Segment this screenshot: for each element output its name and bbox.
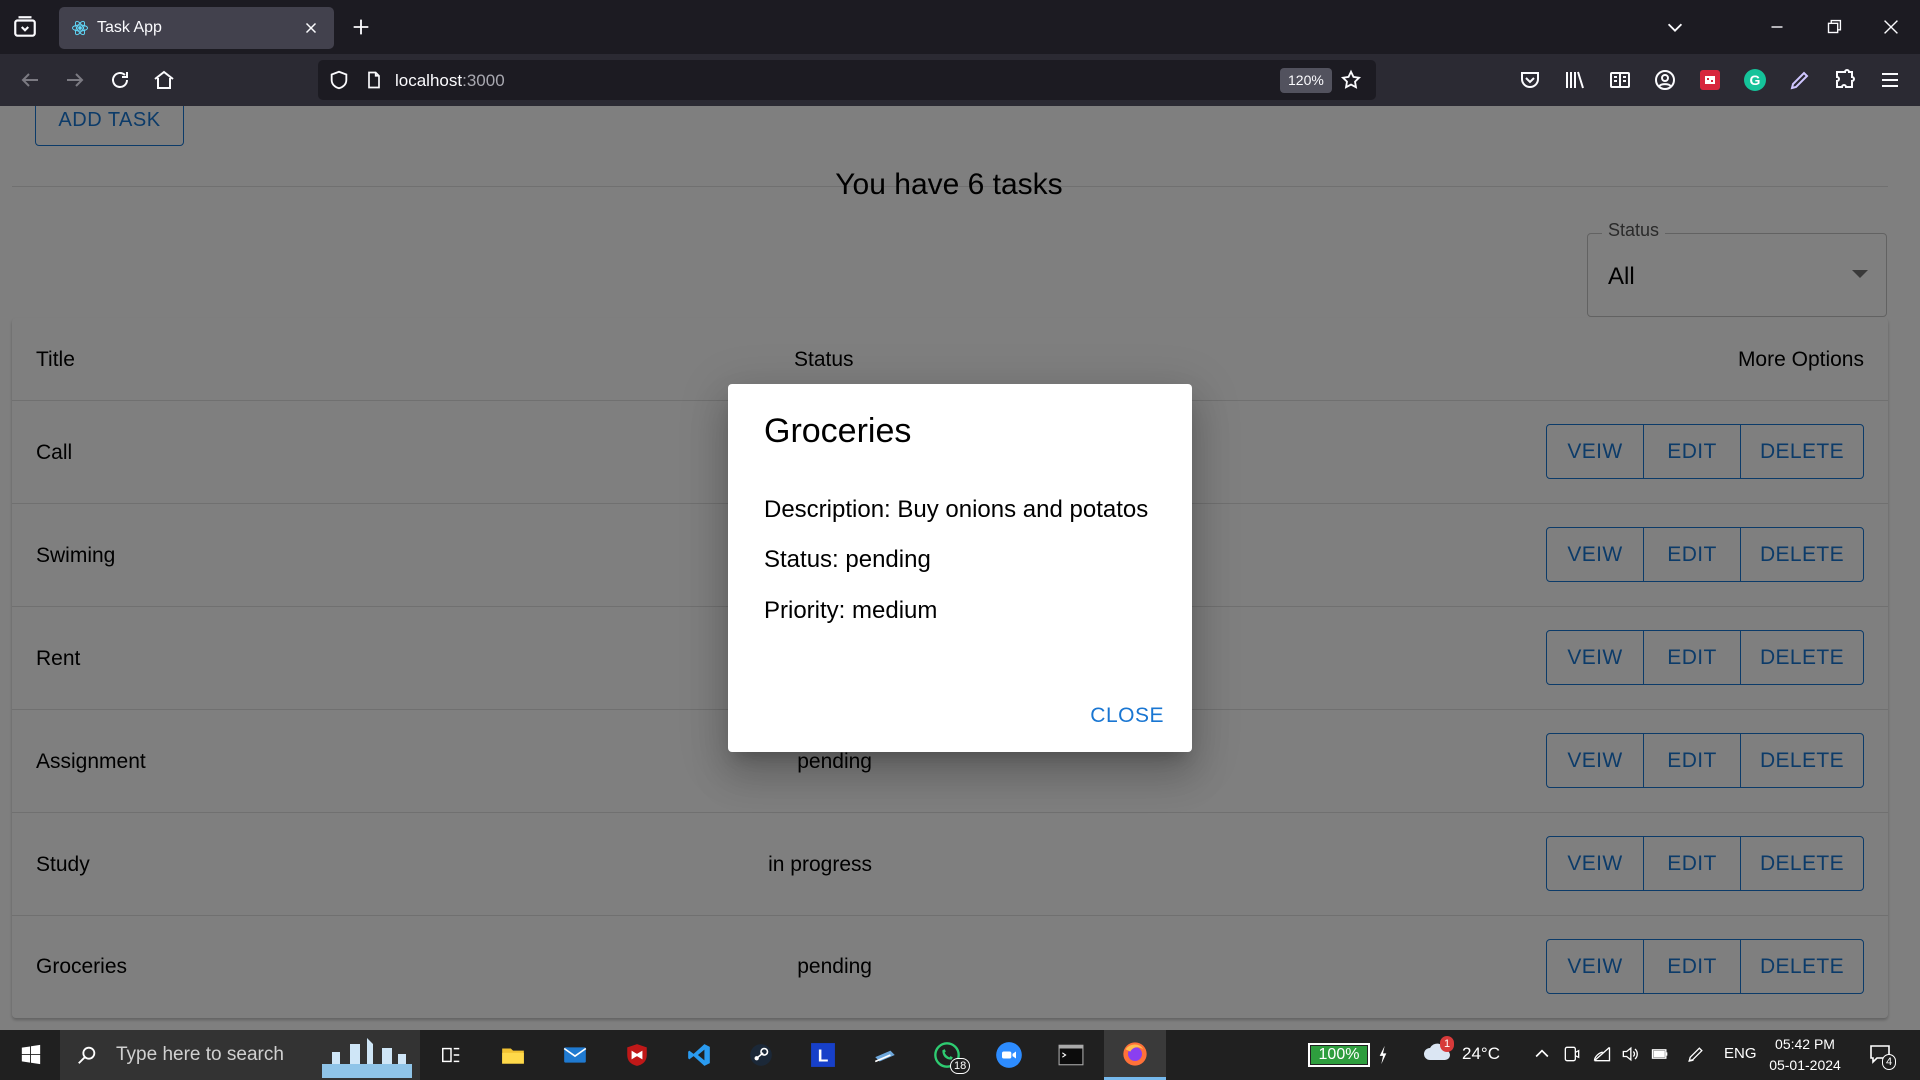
bookmark-star-icon[interactable] xyxy=(1340,69,1362,91)
file-explorer-icon[interactable] xyxy=(482,1030,544,1080)
search-highlight-icon xyxy=(322,1034,412,1078)
tab-title: Task App xyxy=(97,19,162,36)
account-icon[interactable] xyxy=(1653,68,1677,92)
extensions-puzzle-icon[interactable] xyxy=(1833,68,1857,92)
battery-tray-icon[interactable] xyxy=(1650,1044,1670,1069)
zoom-app-icon[interactable] xyxy=(978,1030,1040,1080)
tracking-protection-icon[interactable] xyxy=(328,69,350,91)
windows-taskbar: Type here to search L 18 100% 1 24°C ENG… xyxy=(0,1030,1920,1080)
language-indicator[interactable]: ENG xyxy=(1724,1045,1757,1062)
battery-indicator[interactable]: 100% xyxy=(1308,1043,1370,1067)
wifi-icon[interactable] xyxy=(1592,1044,1612,1069)
meet-now-icon[interactable] xyxy=(1562,1044,1582,1069)
minimize-icon[interactable] xyxy=(1766,16,1788,38)
search-icon xyxy=(76,1044,98,1066)
pen-extension-icon[interactable] xyxy=(1788,68,1812,92)
dialog-description: Description: Buy onions and potatos xyxy=(764,496,1149,523)
whatsapp-badge: 18 xyxy=(950,1058,971,1074)
weather-badge: 1 xyxy=(1440,1036,1455,1052)
search-placeholder: Type here to search xyxy=(116,1044,284,1065)
zoom-level[interactable]: 120% xyxy=(1280,68,1332,93)
library-icon[interactable] xyxy=(1563,68,1587,92)
weather-temp[interactable]: 24°C xyxy=(1462,1044,1500,1064)
charging-icon xyxy=(1378,1044,1388,1071)
terminal-icon[interactable] xyxy=(1040,1030,1102,1080)
vscode-icon[interactable] xyxy=(668,1030,730,1080)
forward-icon[interactable] xyxy=(63,68,87,92)
dialog-status: Status: pending xyxy=(764,546,931,573)
close-dialog-button[interactable]: CLOSE xyxy=(1090,704,1164,728)
reload-icon[interactable] xyxy=(108,68,132,92)
weather-cloud-icon[interactable]: 1 xyxy=(1422,1036,1455,1069)
url-bar[interactable]: localhost:3000 120% xyxy=(318,60,1376,100)
browser-tab-bar: Task App xyxy=(0,0,1920,54)
chevron-up-icon[interactable] xyxy=(1532,1044,1552,1069)
restore-icon[interactable] xyxy=(1823,16,1845,38)
back-icon[interactable] xyxy=(18,68,42,92)
whatsapp-icon[interactable]: 18 xyxy=(916,1030,978,1080)
steam-icon[interactable] xyxy=(730,1030,792,1080)
clock-time: 05:42 PM xyxy=(1775,1036,1835,1052)
close-window-icon[interactable] xyxy=(1880,16,1902,38)
windows-start-icon[interactable] xyxy=(0,1030,62,1080)
dialog-title: Groceries xyxy=(764,412,912,450)
extension-red-icon[interactable] xyxy=(1698,68,1722,92)
launcher-l-icon[interactable]: L xyxy=(792,1030,854,1080)
dialog-priority: Priority: medium xyxy=(764,597,938,624)
browser-toolbar: localhost:3000 120% G xyxy=(0,54,1920,106)
mail-icon[interactable] xyxy=(544,1030,606,1080)
clock-date: 05-01-2024 xyxy=(1769,1057,1841,1073)
home-icon[interactable] xyxy=(152,68,176,92)
url-text[interactable]: localhost:3000 xyxy=(395,71,505,91)
taskbar-clock[interactable]: 05:42 PM 05-01-2024 xyxy=(1760,1034,1850,1076)
url-host: localhost xyxy=(395,71,463,90)
menu-hamburger-icon[interactable] xyxy=(1878,68,1902,92)
page-info-icon[interactable] xyxy=(364,70,384,90)
firefox-icon[interactable] xyxy=(1104,1030,1166,1080)
taskbar-search[interactable]: Type here to search xyxy=(60,1030,420,1080)
task-view-icon[interactable] xyxy=(420,1030,482,1080)
reader-view-icon[interactable] xyxy=(1608,68,1632,92)
battery-percent: 100% xyxy=(1318,1046,1360,1063)
close-tab-icon[interactable] xyxy=(302,19,320,37)
pen-tablet-icon[interactable] xyxy=(854,1030,916,1080)
notifications-badge: 4 xyxy=(1882,1054,1897,1070)
task-details-dialog: Groceries Description: Buy onions and po… xyxy=(728,384,1192,752)
tab-list-icon[interactable] xyxy=(12,14,38,40)
grammarly-icon[interactable]: G xyxy=(1743,68,1767,92)
pocket-icon[interactable] xyxy=(1518,68,1542,92)
volume-icon[interactable] xyxy=(1620,1044,1640,1069)
new-tab-icon[interactable] xyxy=(350,16,372,38)
browser-tab[interactable]: Task App xyxy=(59,7,334,49)
react-icon xyxy=(71,19,89,37)
url-port: :3000 xyxy=(462,71,505,90)
svg-text:L: L xyxy=(818,1046,829,1066)
svg-text:G: G xyxy=(1750,72,1761,88)
mcafee-icon[interactable] xyxy=(606,1030,668,1080)
list-all-tabs-icon[interactable] xyxy=(1664,16,1686,38)
pen-workspace-icon[interactable] xyxy=(1686,1044,1706,1069)
notifications-icon[interactable]: 4 xyxy=(1868,1042,1897,1071)
page-content: ADD TASK You have 6 tasks Status All Tit… xyxy=(0,106,1920,1030)
